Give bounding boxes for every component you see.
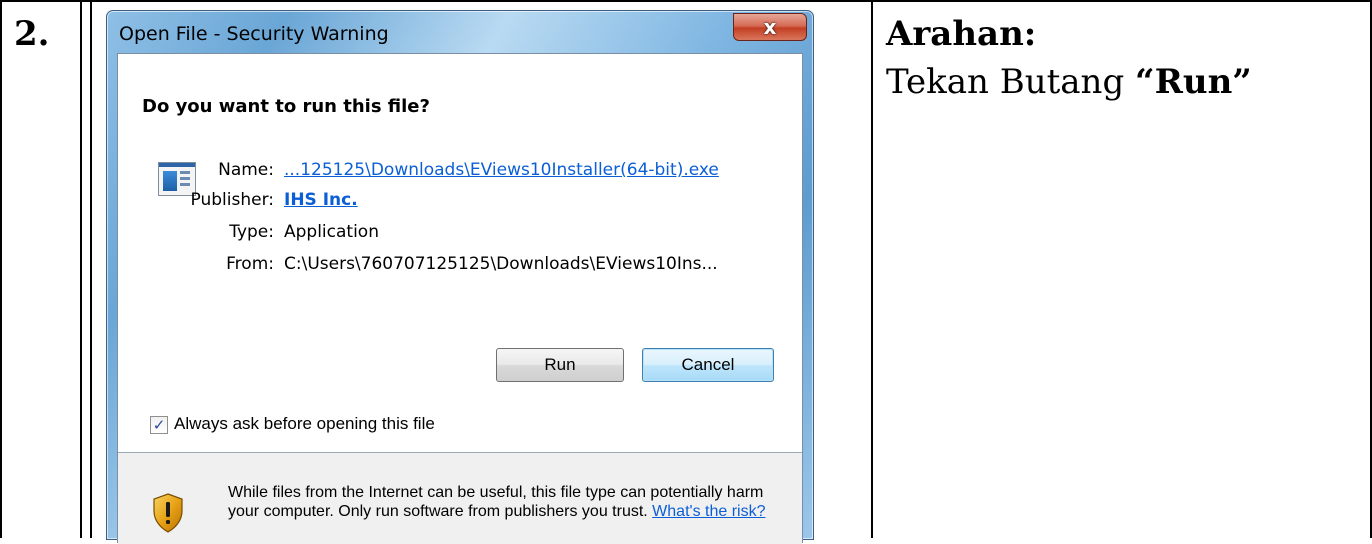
whats-the-risk-link[interactable]: What's the risk? xyxy=(652,503,765,520)
dialog-question: Do you want to run this file? xyxy=(142,96,430,117)
from-label: From: xyxy=(226,254,274,274)
step-number: 2. xyxy=(14,14,50,54)
dialog-footer: While files from the Internet can be use… xyxy=(118,453,802,544)
warning-text: While files from the Internet can be use… xyxy=(228,484,766,520)
checkmark-icon: ✓ xyxy=(152,415,166,434)
type-value: Application xyxy=(284,222,379,242)
always-ask-label[interactable]: Always ask before opening this file xyxy=(174,414,435,434)
publisher-label: Publisher: xyxy=(190,190,274,210)
table-divider xyxy=(90,0,92,538)
dialog-title: Open File - Security Warning xyxy=(119,23,389,45)
security-warning-dialog: Open File - Security Warning x Do you wa… xyxy=(106,10,814,544)
instruction-title: Arahan: xyxy=(886,14,1037,54)
close-icon: x xyxy=(763,15,777,39)
dialog-client-area: Do you want to run this file? Name: ...1… xyxy=(117,53,803,544)
close-button[interactable]: x xyxy=(733,13,807,41)
dialog-titlebar[interactable]: Open File - Security Warning x xyxy=(107,11,813,53)
instruction-text: Tekan Butang “Run” xyxy=(886,62,1252,102)
table-divider xyxy=(80,0,82,538)
from-value: C:\Users\760707125125\Downloads\EViews10… xyxy=(284,254,718,274)
name-link[interactable]: ...125125\Downloads\EViews10Installer(64… xyxy=(284,160,719,180)
name-label: Name: xyxy=(218,160,274,180)
run-button[interactable]: Run xyxy=(496,348,624,382)
shield-warning-icon xyxy=(153,493,183,533)
type-label: Type: xyxy=(229,222,274,242)
instruction-button-ref: “Run” xyxy=(1135,62,1252,102)
publisher-link[interactable]: IHS Inc. xyxy=(284,190,358,210)
instruction-prefix: Tekan Butang xyxy=(886,62,1136,102)
table-divider xyxy=(871,0,873,538)
cancel-button[interactable]: Cancel xyxy=(642,348,774,382)
always-ask-checkbox[interactable]: ✓ xyxy=(150,416,168,434)
